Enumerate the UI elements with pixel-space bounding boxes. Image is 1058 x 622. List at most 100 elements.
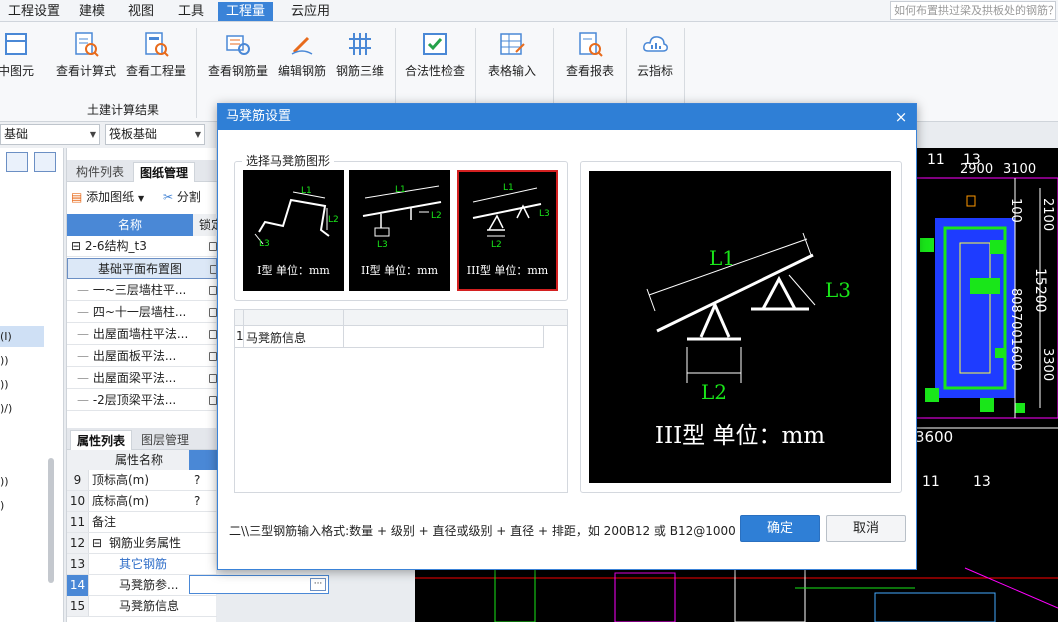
lock-icon[interactable] (209, 396, 217, 405)
menu-bar: 工程设置 建模 视图 工具 工程量 云应用 如何布置拱过梁及拱板处的钢筋？ (0, 0, 1058, 22)
dimension-label: 2900 (960, 162, 994, 177)
lock-icon[interactable] (209, 330, 217, 339)
chevron-down-icon: ▼ (138, 194, 145, 203)
nav-item-label: ) (0, 499, 5, 512)
input-format-hint: 二\\三型钢筋输入格式:数量 + 级别 + 直径或级别 + 直径 + 排距，如 … (229, 524, 736, 538)
table-input-button[interactable]: 表格输入 (484, 30, 540, 79)
property-value-editor[interactable]: ··· (189, 575, 329, 594)
table-input-icon (500, 33, 525, 55)
property-row[interactable]: 10 底标高(m)? (67, 491, 217, 512)
length-label: L1 (503, 183, 514, 193)
lock-icon[interactable] (209, 286, 217, 295)
select-element-button[interactable]: 中图元 (0, 30, 38, 79)
split-button[interactable]: ✂ 分割 (163, 188, 201, 205)
property-tabbar: 属性列表 图层管理 (67, 428, 217, 450)
view-rebar-quantity-button[interactable]: 查看钢筋量 (206, 30, 270, 79)
menu-tools[interactable]: 工具 (170, 2, 212, 21)
dimension-label: 3600 (915, 428, 954, 446)
length-label: L2 (701, 380, 727, 404)
info-row[interactable]: 1 马凳筋信息 (235, 326, 544, 348)
tab-drawing-management[interactable]: 图纸管理 (133, 162, 196, 182)
drawing-row[interactable]: — 出屋面梁平法... (67, 368, 217, 389)
drawing-row[interactable]: — 四~十一层墙柱... (67, 302, 217, 323)
drawing-row[interactable]: ⊟ 2-6结构_t3 (67, 236, 217, 257)
tab-layer-management[interactable]: 图层管理 (135, 430, 195, 450)
property-row[interactable]: 11 备注 (67, 512, 217, 533)
menu-modeling[interactable]: 建模 (71, 2, 113, 21)
lock-icon[interactable] (209, 308, 217, 317)
grid-label: 11 (927, 152, 945, 168)
menu-cloud[interactable]: 云应用 (283, 2, 338, 21)
table-icon (5, 33, 27, 55)
preview-caption: III型 单位：mm (654, 423, 826, 449)
view-quantity-button[interactable]: 查看工程量 (124, 30, 188, 79)
ribbon-separator (196, 28, 197, 118)
formula-search-icon (75, 32, 99, 57)
lock-icon[interactable] (209, 352, 217, 361)
shape-option-type-3[interactable]: L1 L3 L2 III型 单位：mm (457, 170, 558, 291)
drawing-panel: 构件列表 图纸管理 ▤ 添加图纸 ▼ ✂ 分割 名称 锁定 ⊟ 2-6结构_t3… (66, 148, 217, 622)
lock-icon[interactable] (210, 265, 216, 274)
length-label: L2 (431, 211, 442, 221)
drawing-tabbar: 构件列表 图纸管理 (67, 160, 217, 182)
drawing-row[interactable]: — 出屋面板平法... (67, 346, 217, 367)
lock-icon[interactable] (209, 242, 217, 251)
column-header-lock[interactable]: 锁定 (193, 214, 217, 236)
vertical-scrollbar[interactable] (48, 458, 54, 583)
cancel-button[interactable]: 取消 (826, 515, 906, 542)
column-header-name[interactable]: 名称 (67, 214, 193, 236)
edit-rebar-button[interactable]: 编辑钢筋 (276, 30, 328, 79)
drawing-row-selected[interactable]: 基础平面布置图 (67, 258, 217, 279)
floor-combo[interactable]: 基础 ▼ (0, 124, 100, 145)
ok-button[interactable]: 确定 (740, 515, 820, 542)
view-formula-button[interactable]: 查看计算式 (54, 30, 118, 79)
stool-type-1-icon: L1 L2 L3 (254, 186, 339, 249)
filter-toolbar: 基础 ▼ 筏板基础 ▼ (0, 122, 215, 148)
property-row[interactable]: 15 马凳筋信息 (67, 596, 217, 617)
collapse-icon: ⊟ (71, 239, 82, 253)
shape-option-type-1[interactable]: L1 L2 L3 I型 单位：mm (243, 170, 344, 291)
validity-check-button[interactable]: 合法性检查 (402, 30, 468, 79)
menu-view[interactable]: 视图 (120, 2, 162, 21)
property-row[interactable]: 9 顶标高(m)? (67, 470, 217, 491)
preview-canvas: L1 L3 L2 III型 单位：mm (589, 171, 891, 483)
view-report-button[interactable]: 查看报表 (560, 30, 620, 79)
shape-caption: III型 单位：mm (466, 264, 549, 277)
grid-view-icon[interactable] (34, 152, 56, 172)
shape-option-type-2[interactable]: L1 L2 L3 II型 单位：mm (349, 170, 450, 291)
more-icon[interactable]: ··· (310, 578, 326, 591)
split-icon: ✂ (163, 190, 174, 204)
property-row[interactable]: 13 其它钢筋 (67, 554, 217, 575)
help-search-input[interactable]: 如何布置拱过梁及拱板处的钢筋？ (890, 1, 1056, 20)
list-view-icon[interactable] (6, 152, 28, 172)
rebar-3d-button[interactable]: 钢筋三维 (334, 30, 386, 79)
cloud-index-button[interactable]: 云指标 (632, 30, 678, 79)
drawing-row[interactable]: — -2层顶梁平法... (67, 390, 217, 411)
stool-info-grid: 1 马凳筋信息 (234, 309, 568, 493)
lock-icon[interactable] (209, 374, 217, 383)
add-drawing-button[interactable]: ▤ 添加图纸 ▼ (71, 188, 144, 205)
property-row[interactable]: 12 ⊟ 钢筋业务属性 (67, 533, 217, 554)
length-label: L3 (377, 240, 388, 250)
component-type-combo[interactable]: 筏板基础 ▼ (105, 124, 205, 145)
nav-item-label: )/) (0, 402, 13, 415)
close-icon[interactable]: × (892, 104, 910, 130)
stool-type-3-preview: L1 L3 L2 (646, 232, 851, 404)
stool-rebar-dialog: 马凳筋设置 × 选择马凳筋图形 L1 L2 L3 I型 单位：mm L1 L2 … (217, 103, 917, 570)
dimension-label: 15200 (1032, 268, 1048, 313)
rebar-quantity-icon (226, 35, 250, 55)
nav-item-label: (I) (0, 330, 12, 343)
drawing-row[interactable]: — 一~三层墙柱平... (67, 280, 217, 301)
shape-preview: L1 L3 L2 III型 单位：mm (580, 161, 902, 493)
quantity-search-icon (145, 32, 169, 57)
dialog-title[interactable]: 马凳筋设置 (218, 104, 916, 130)
menu-quantity[interactable]: 工程量 (218, 2, 274, 21)
menu-project-settings[interactable]: 工程设置 (0, 2, 68, 21)
stool-type-3-icon: L1 L3 L2 (472, 183, 550, 250)
tab-component-list[interactable]: 构件列表 (70, 162, 130, 182)
drawing-row[interactable]: — 出屋面墙柱平法... (67, 324, 217, 345)
dimension-label: 3100 (1003, 162, 1037, 177)
cloud-icon (643, 36, 668, 52)
grid-label: 11 (922, 474, 940, 490)
tab-property-list[interactable]: 属性列表 (70, 430, 133, 450)
